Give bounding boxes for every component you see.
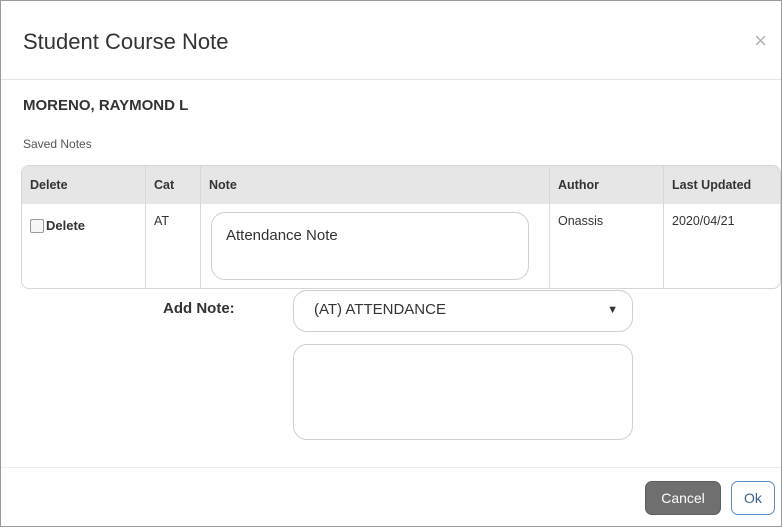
column-header-author: Author [549,166,664,204]
delete-cell: Delete [22,204,146,288]
note-cell: Attendance Note [200,204,550,288]
student-course-note-dialog: Student Course Note × MORENO, RAYMOND L … [0,0,782,527]
footer-divider [1,467,781,468]
column-header-last-updated: Last Updated [663,166,780,204]
note-category-select[interactable]: (AT) ATTENDANCE ▼ [293,290,633,332]
ok-button[interactable]: Ok [731,481,775,515]
dialog-title: Student Course Note [23,29,229,54]
saved-notes-label: Saved Notes [23,137,92,151]
dialog-header: Student Course Note × [1,1,781,80]
chevron-down-icon: ▼ [607,304,618,316]
table-header-row: Delete Cat Note Author Last Updated [22,166,780,204]
saved-notes-table: Delete Cat Note Author Last Updated Dele… [21,165,781,289]
column-header-cat: Cat [145,166,201,204]
cancel-button[interactable]: Cancel [645,481,721,515]
table-row: Delete AT Attendance Note Onassis 2020/0… [22,204,780,288]
column-header-delete: Delete [22,166,146,204]
last-updated-cell: 2020/04/21 [672,214,735,228]
delete-checkbox-label[interactable]: Delete [46,218,85,233]
close-icon[interactable]: × [754,30,767,52]
author-cell: Onassis [549,204,664,288]
selected-category: (AT) ATTENDANCE [314,301,446,318]
new-note-textarea[interactable] [293,344,633,440]
student-name: MORENO, RAYMOND L [23,97,189,114]
saved-note-textarea[interactable]: Attendance Note [211,212,529,280]
add-note-label: Add Note: [163,300,235,317]
column-header-note: Note [200,166,550,204]
delete-checkbox[interactable] [30,218,44,233]
cat-cell: AT [145,204,201,288]
